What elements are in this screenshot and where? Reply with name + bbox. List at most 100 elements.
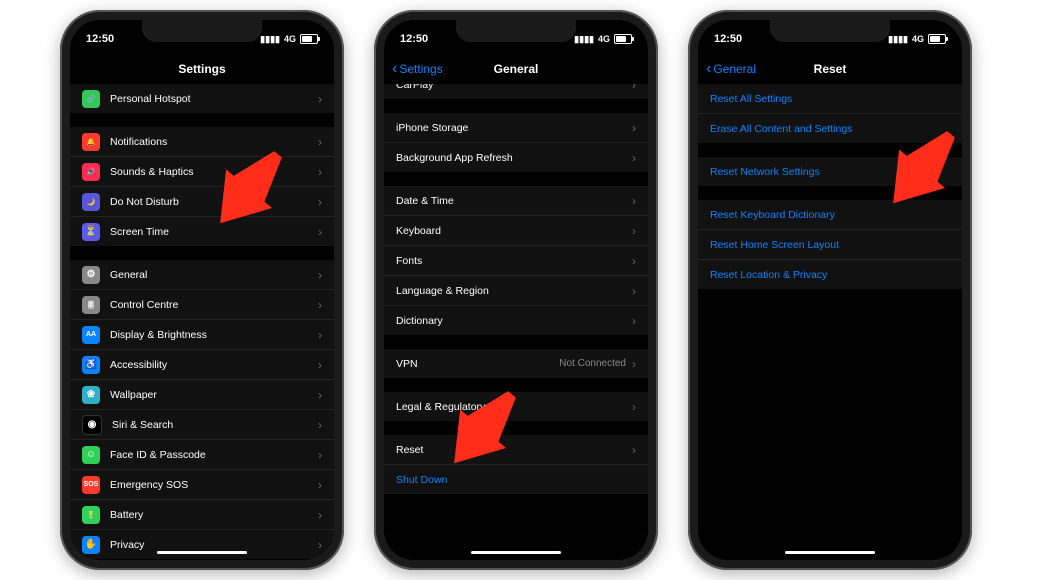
battery-icon	[928, 34, 946, 44]
settings-row-notifications[interactable]: 🔔Notifications›	[70, 127, 334, 157]
chevron-right-icon: ›	[318, 508, 322, 522]
settings-row-background-app-refresh[interactable]: Background App Refresh›	[384, 143, 648, 172]
siri-icon: ◉	[82, 415, 102, 435]
chevron-right-icon: ›	[632, 400, 636, 414]
status-time: 12:50	[714, 33, 742, 45]
network-label: 4G	[912, 34, 924, 44]
phone-frame: 12:50 ▮▮▮▮ 4G ‹Settings General CarPlay›…	[374, 10, 658, 570]
row-label: Erase All Content and Settings	[710, 123, 950, 135]
row-label: Reset Network Settings	[710, 166, 950, 178]
settings-group: Reset Keyboard DictionaryReset Home Scre…	[698, 200, 962, 289]
toggles-icon: 🎚	[82, 296, 100, 314]
settings-group: CarPlay›	[384, 84, 648, 99]
gear-icon: ⚙	[82, 266, 100, 284]
settings-row-iphone-storage[interactable]: iPhone Storage›	[384, 113, 648, 143]
chevron-right-icon: ›	[318, 165, 322, 179]
chevron-right-icon: ›	[318, 298, 322, 312]
chevron-right-icon: ›	[318, 388, 322, 402]
settings-list[interactable]: CarPlay› iPhone Storage›Background App Re…	[384, 84, 648, 494]
row-label: VPN	[396, 358, 559, 370]
screen: 12:50 ▮▮▮▮ 4G ‹General Reset Reset All S…	[698, 20, 962, 560]
back-label: General	[713, 62, 756, 76]
settings-row-shut-down[interactable]: Shut Down	[384, 465, 648, 494]
settings-row-carplay[interactable]: CarPlay›	[384, 84, 648, 99]
settings-row-erase-all-content-and-settings[interactable]: Erase All Content and Settings	[698, 114, 962, 143]
row-label: Personal Hotspot	[110, 93, 318, 105]
phone-frame: 12:50 ▮▮▮▮ 4G Settings 🔗Personal Hotspot…	[60, 10, 344, 570]
settings-row-wallpaper[interactable]: ❀Wallpaper›	[70, 380, 334, 410]
row-label: Reset	[396, 444, 632, 456]
link-icon: 🔗	[82, 90, 100, 108]
settings-row-reset-keyboard-dictionary[interactable]: Reset Keyboard Dictionary	[698, 200, 962, 230]
chevron-right-icon: ›	[318, 135, 322, 149]
row-label: Display & Brightness	[110, 329, 318, 341]
row-label: Face ID & Passcode	[110, 449, 318, 461]
notch	[142, 20, 262, 42]
settings-group: 🔗 Personal Hotspot›	[70, 84, 334, 113]
screen: 12:50 ▮▮▮▮ 4G Settings 🔗Personal Hotspot…	[70, 20, 334, 560]
settings-row-accessibility[interactable]: ♿Accessibility›	[70, 350, 334, 380]
settings-row-privacy[interactable]: ✋Privacy›	[70, 530, 334, 559]
settings-row-reset-location-privacy[interactable]: Reset Location & Privacy	[698, 260, 962, 289]
settings-row-do-not-disturb[interactable]: 🌙Do Not Disturb›	[70, 187, 334, 217]
settings-row-reset[interactable]: Reset›	[384, 435, 648, 465]
settings-row-keyboard[interactable]: Keyboard›	[384, 216, 648, 246]
settings-row-fonts[interactable]: Fonts›	[384, 246, 648, 276]
status-time: 12:50	[400, 33, 428, 45]
row-label: Emergency SOS	[110, 479, 318, 491]
status-right: ▮▮▮▮ 4G	[574, 34, 632, 45]
hourglass-icon: ⏳	[82, 223, 100, 241]
settings-list[interactable]: 🔗Personal Hotspot›🔔Notifications›🔊Sounds…	[70, 84, 334, 559]
settings-group: Legal & Regulatory›	[384, 392, 648, 421]
signal-icon: ▮▮▮▮	[574, 34, 594, 45]
settings-row-reset-all-settings[interactable]: Reset All Settings	[698, 84, 962, 114]
status-time: 12:50	[86, 33, 114, 45]
settings-row-battery[interactable]: 🔋 Battery›	[70, 500, 334, 530]
settings-row-display-brightness[interactable]: AA Display & Brightness›	[70, 320, 334, 350]
settings-row-sounds-haptics[interactable]: 🔊Sounds & Haptics›	[70, 157, 334, 187]
back-label: Settings	[399, 62, 442, 76]
settings-row-personal-hotspot[interactable]: 🔗 Personal Hotspot›	[70, 84, 334, 113]
settings-group: Date & Time›Keyboard›Fonts›Language & Re…	[384, 186, 648, 335]
row-label: Keyboard	[396, 225, 632, 237]
back-button[interactable]: ‹General	[706, 60, 756, 78]
home-indicator	[785, 551, 875, 554]
settings-row-face-id-passcode[interactable]: ☺ Face ID & Passcode›	[70, 440, 334, 470]
settings-group: 🔔Notifications›🔊Sounds & Haptics›🌙Do Not…	[70, 127, 334, 246]
settings-row-dictionary[interactable]: Dictionary›	[384, 306, 648, 335]
settings-row-siri-search[interactable]: ◉Siri & Search›	[70, 410, 334, 440]
settings-list[interactable]: Reset All Settings Erase All Content and …	[698, 84, 962, 289]
settings-row-general[interactable]: ⚙General›	[70, 260, 334, 290]
settings-row-language-region[interactable]: Language & Region›	[384, 276, 648, 306]
row-label: Shut Down	[396, 474, 636, 486]
battery-icon: 🔋	[82, 506, 100, 524]
chevron-right-icon: ›	[318, 328, 322, 342]
settings-row-legal-regulatory[interactable]: Legal & Regulatory›	[384, 392, 648, 421]
settings-group: Reset All Settings Erase All Content and …	[698, 84, 962, 143]
AA-icon: AA	[82, 326, 100, 344]
settings-row-reset-network-settings[interactable]: Reset Network Settings	[698, 157, 962, 186]
chevron-right-icon: ›	[318, 478, 322, 492]
signal-icon: ▮▮▮▮	[260, 34, 280, 45]
settings-row-date-time[interactable]: Date & Time›	[384, 186, 648, 216]
chevron-right-icon: ›	[632, 314, 636, 328]
moon-icon: 🌙	[82, 193, 100, 211]
settings-row-screen-time[interactable]: ⏳Screen Time›	[70, 217, 334, 246]
row-label: Language & Region	[396, 285, 632, 297]
row-label: Battery	[110, 509, 318, 521]
settings-row-control-centre[interactable]: 🎚Control Centre›	[70, 290, 334, 320]
row-label: Reset Location & Privacy	[710, 269, 950, 281]
person-icon: ♿	[82, 356, 100, 374]
SOS-icon: SOS	[82, 476, 100, 494]
settings-row-reset-home-screen-layout[interactable]: Reset Home Screen Layout	[698, 230, 962, 260]
chevron-right-icon: ›	[318, 448, 322, 462]
faceid-icon: ☺	[82, 446, 100, 464]
chevron-right-icon: ›	[632, 194, 636, 208]
network-label: 4G	[284, 34, 296, 44]
row-label: Legal & Regulatory	[396, 401, 632, 413]
settings-row-emergency-sos[interactable]: SOS Emergency SOS›	[70, 470, 334, 500]
settings-row-vpn[interactable]: VPNNot Connected›	[384, 349, 648, 378]
chevron-right-icon: ›	[632, 443, 636, 457]
chevron-right-icon: ›	[318, 92, 322, 106]
back-button[interactable]: ‹Settings	[392, 60, 443, 78]
